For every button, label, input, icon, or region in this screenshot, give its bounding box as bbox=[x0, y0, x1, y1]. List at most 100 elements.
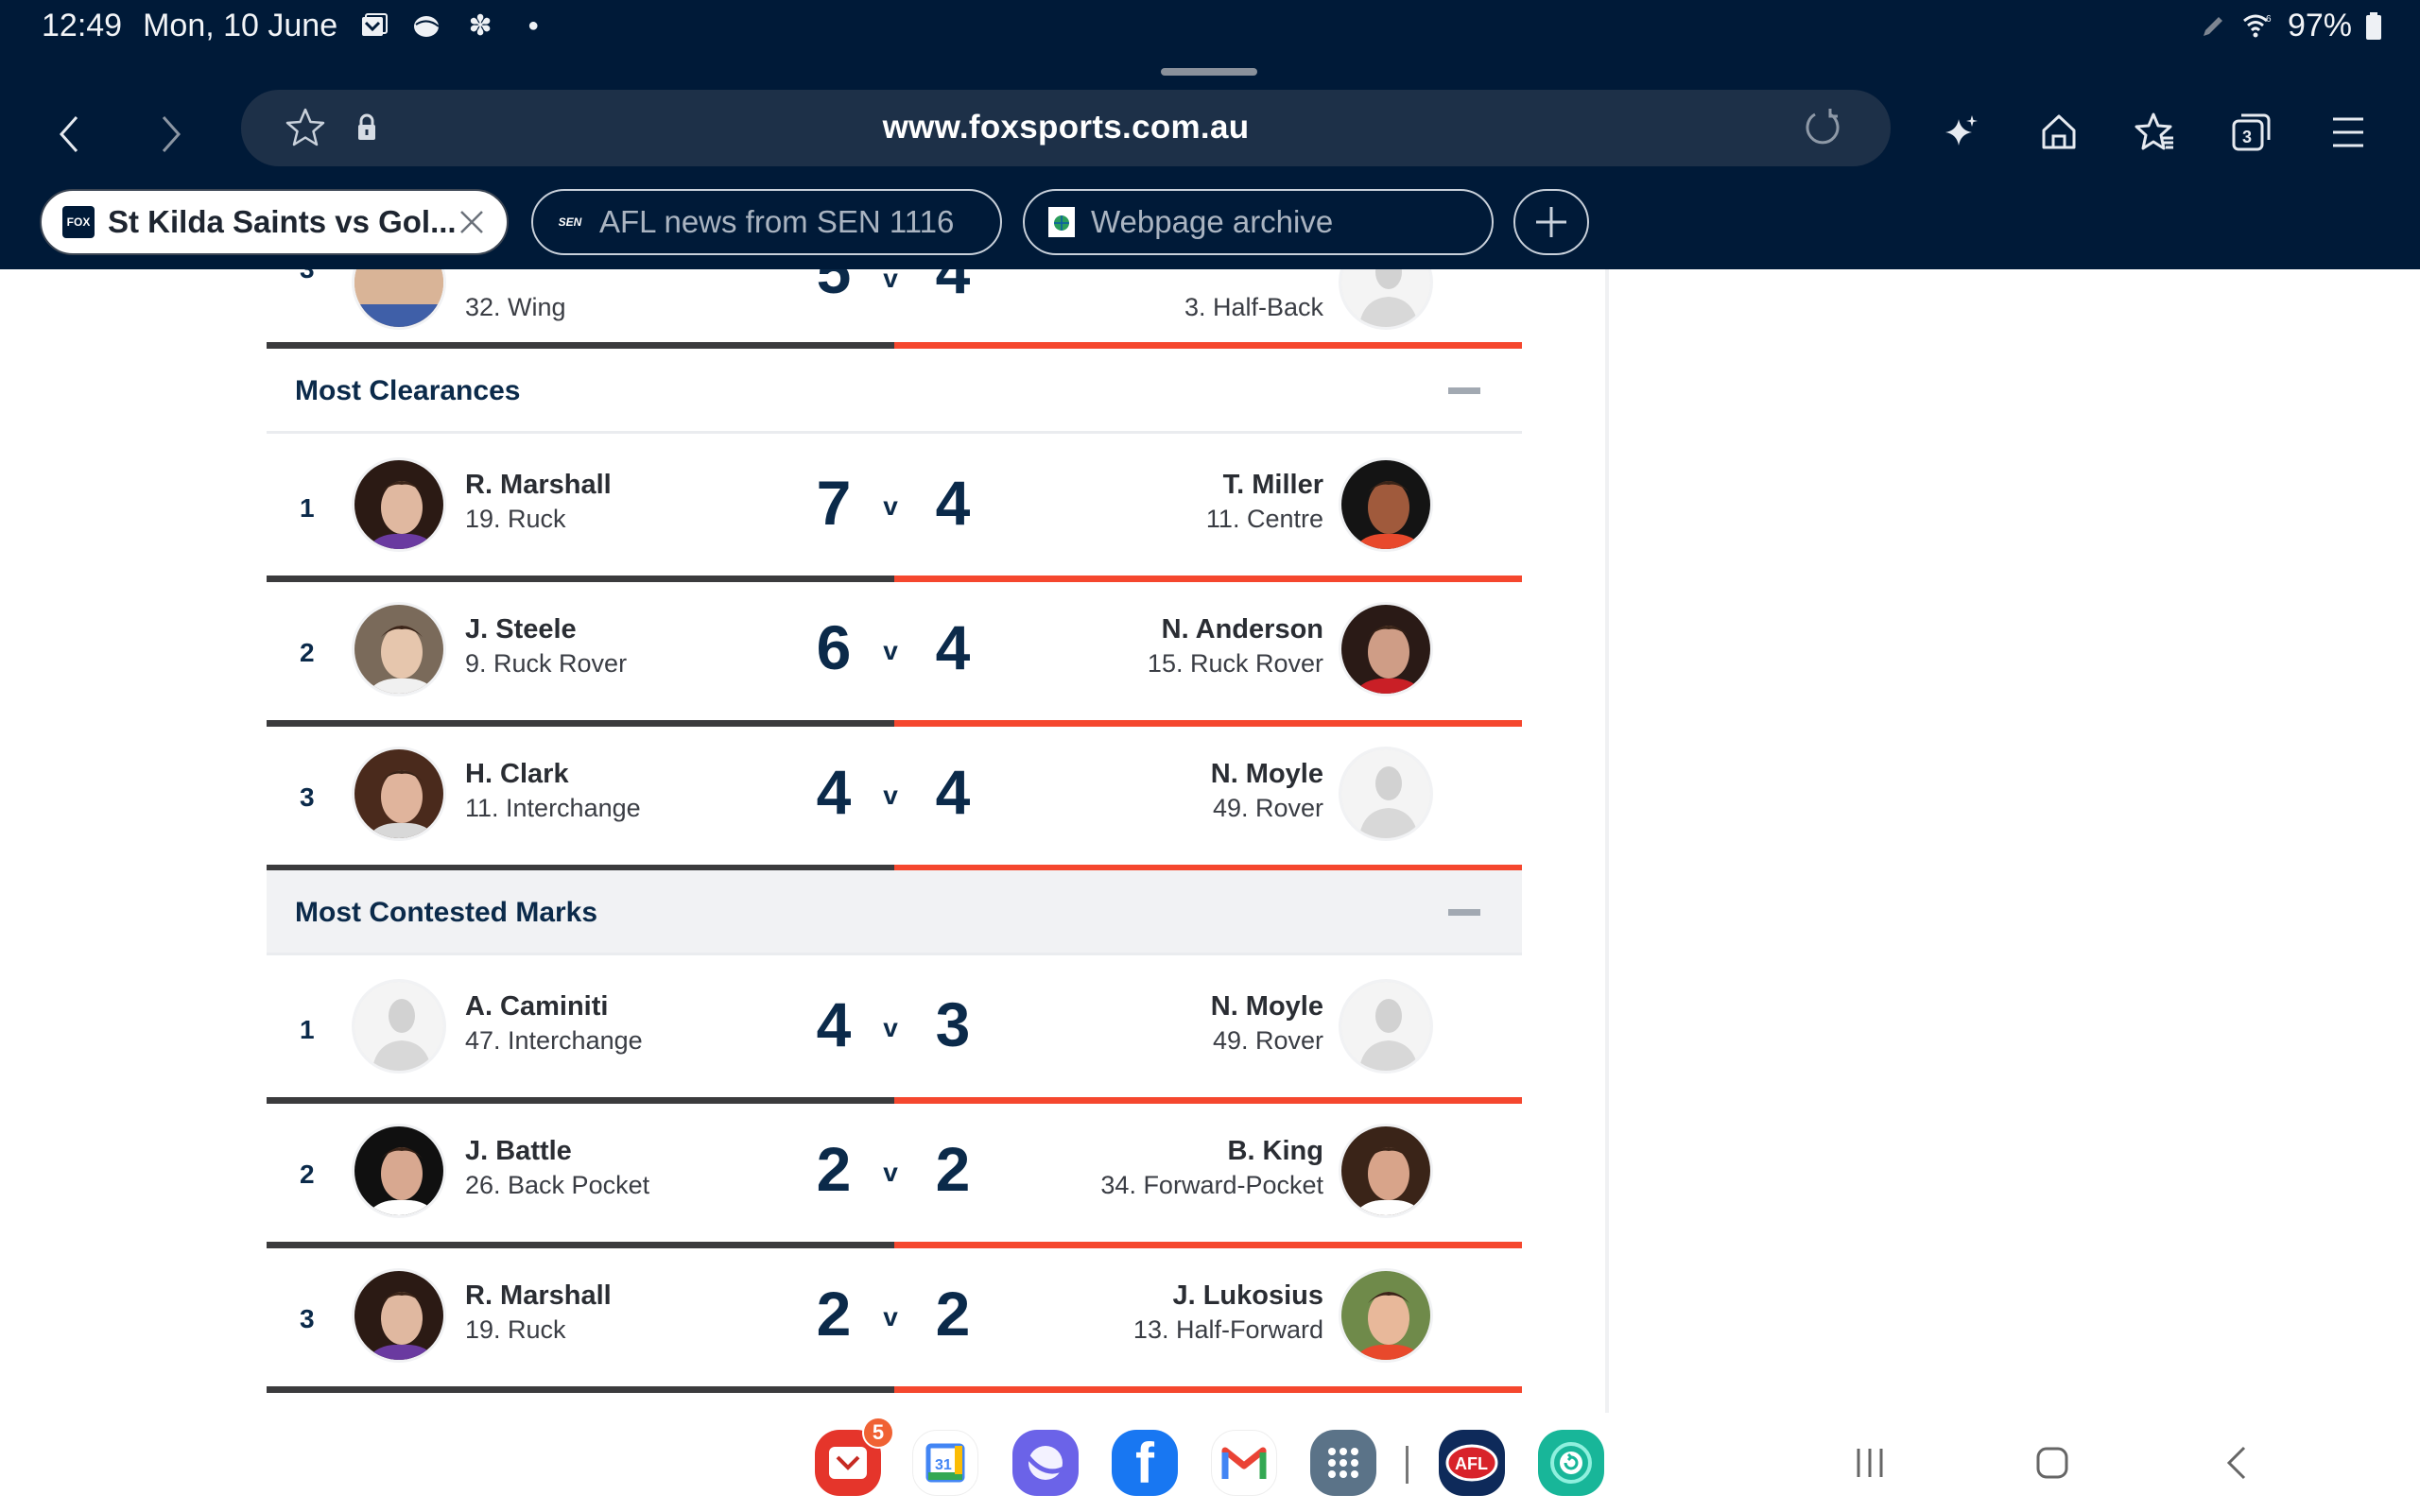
battery-percent: 97% bbox=[2287, 8, 2352, 43]
score-away: 4 bbox=[935, 468, 971, 538]
player-name-away[interactable]: B. King bbox=[1228, 1136, 1324, 1167]
player-name-home[interactable]: R. Marshall bbox=[465, 470, 612, 501]
home-nav-button[interactable] bbox=[2024, 1439, 2081, 1486]
stat-leaders-panel: 3 32. Wing 5 v 4 3. Half-Back Most Clear… bbox=[267, 269, 1522, 1413]
player-photo-away[interactable] bbox=[1339, 457, 1433, 552]
email-app-icon[interactable]: 5 bbox=[815, 1417, 894, 1496]
back-nav-button[interactable] bbox=[2208, 1439, 2265, 1486]
rank: 3 bbox=[300, 782, 315, 812]
tab-foxsports[interactable]: FOX St Kilda Saints vs Gol... bbox=[40, 189, 509, 255]
player-photo-home[interactable] bbox=[352, 602, 446, 696]
player-photo-placeholder-away bbox=[1339, 269, 1433, 330]
tabs-button[interactable]: 3 bbox=[2221, 102, 2282, 163]
player-name-away[interactable]: N. Moyle bbox=[1211, 991, 1323, 1022]
bookmarks-button[interactable] bbox=[2125, 102, 2186, 163]
player-photo-away[interactable] bbox=[1339, 747, 1433, 841]
section-header[interactable]: Most Clearances bbox=[267, 349, 1522, 434]
stat-row: 3 H. Clark 11. Interchange 4 v 4 N. Moyle 49. R… bbox=[267, 726, 1522, 870]
dot-icon: ● bbox=[527, 15, 540, 36]
player-position-home: 47. Interchange bbox=[465, 1026, 643, 1055]
player-photo-home[interactable] bbox=[352, 457, 446, 552]
date: Mon, 10 June bbox=[143, 8, 338, 43]
player-photo-home[interactable] bbox=[352, 979, 446, 1074]
player-photo-home[interactable] bbox=[352, 1124, 446, 1218]
stat-row: 1 A. Caminiti 47. Interchange 4 v 3 N. Moyle 49… bbox=[267, 958, 1522, 1103]
battery-icon bbox=[2365, 11, 2382, 41]
drag-handle[interactable] bbox=[1161, 68, 1257, 76]
stat-row: 2 J. Steele 9. Ruck Rover 6 v 4 N. Anderson 15.… bbox=[267, 581, 1522, 726]
flower-icon: ✽ bbox=[468, 10, 493, 42]
cloud-icon bbox=[411, 10, 443, 43]
player-photo-away[interactable] bbox=[1339, 1268, 1433, 1363]
score-home: 5 bbox=[816, 269, 852, 306]
samsung-internet-icon[interactable] bbox=[1012, 1430, 1079, 1496]
player-position-home: 9. Ruck Rover bbox=[465, 649, 628, 678]
player-photo-away[interactable] bbox=[1339, 1124, 1433, 1218]
facebook-app-icon[interactable]: f bbox=[1112, 1430, 1178, 1496]
player-name-away[interactable]: J. Lukosius bbox=[1172, 1280, 1323, 1312]
player-name-away[interactable]: N. Anderson bbox=[1162, 614, 1323, 645]
collapse-icon[interactable] bbox=[1448, 387, 1480, 394]
player-photo-home[interactable] bbox=[352, 747, 446, 841]
player-position-away: 34. Forward-Pocket bbox=[1100, 1171, 1323, 1199]
player-name-away[interactable]: T. Miller bbox=[1223, 470, 1323, 501]
afl-app-icon[interactable]: AFL bbox=[1439, 1430, 1505, 1496]
recent-apps-button[interactable] bbox=[1841, 1439, 1898, 1486]
gmail-app-icon[interactable] bbox=[1211, 1430, 1277, 1496]
svg-text:6: 6 bbox=[2266, 14, 2272, 25]
tab-webpage-archive[interactable]: Webpage archive bbox=[1023, 189, 1494, 255]
url-text[interactable]: www.foxsports.com.au bbox=[241, 109, 1891, 146]
player-position-home: 19. Ruck bbox=[465, 505, 566, 533]
mail-icon bbox=[358, 10, 390, 43]
player-photo-away[interactable] bbox=[1339, 602, 1433, 696]
player-position-away: 13. Half-Forward bbox=[1132, 1315, 1323, 1344]
section-title: Most Clearances bbox=[295, 375, 521, 406]
sync-app-icon[interactable] bbox=[1538, 1430, 1604, 1496]
home-button[interactable] bbox=[2029, 102, 2089, 163]
score-home: 6 bbox=[816, 612, 852, 682]
tab-label: AFL news from SEN 1116 bbox=[599, 204, 955, 239]
score-home: 4 bbox=[816, 757, 852, 827]
archive-favicon bbox=[1046, 206, 1078, 238]
app-drawer-icon[interactable] bbox=[1310, 1430, 1376, 1496]
new-tab-button[interactable] bbox=[1513, 189, 1589, 255]
wifi-6-icon: 6 bbox=[2242, 10, 2274, 43]
player-name-home[interactable]: R. Marshall bbox=[465, 1280, 612, 1312]
status-bar: 12:49 Mon, 10 June ✽ ● 6 97% bbox=[0, 0, 2420, 57]
tab-label: St Kilda Saints vs Gol... bbox=[108, 204, 457, 239]
back-button[interactable] bbox=[42, 106, 98, 163]
menu-button[interactable] bbox=[2318, 102, 2378, 163]
rank: 1 bbox=[300, 1015, 315, 1044]
player-photo-home[interactable] bbox=[352, 1268, 446, 1363]
rank: 1 bbox=[300, 493, 315, 523]
ai-sparkle-button[interactable] bbox=[1930, 102, 1991, 163]
player-name-away[interactable]: N. Moyle bbox=[1211, 759, 1323, 790]
pen-icon bbox=[2197, 10, 2229, 43]
rank: 3 bbox=[300, 269, 315, 284]
player-position-away: 3. Half-Back bbox=[1184, 293, 1323, 321]
tab-sen[interactable]: SEN AFL news from SEN 1116 bbox=[531, 189, 1002, 255]
clock: 12:49 bbox=[42, 8, 123, 43]
svg-text:31: 31 bbox=[935, 1457, 952, 1473]
rank: 2 bbox=[300, 638, 315, 667]
section-header[interactable]: Most Uncontested Marks bbox=[267, 1392, 1522, 1413]
foxsports-favicon: FOX bbox=[62, 206, 95, 238]
player-name-home[interactable]: J. Steele bbox=[465, 614, 577, 645]
calendar-app-icon[interactable]: 31 bbox=[912, 1430, 978, 1496]
column-divider bbox=[1605, 269, 1609, 1413]
score-away: 2 bbox=[935, 1134, 971, 1204]
address-bar[interactable]: www.foxsports.com.au bbox=[241, 90, 1891, 166]
close-tab-icon[interactable] bbox=[458, 208, 486, 236]
collapse-icon[interactable] bbox=[1448, 909, 1480, 916]
forward-button[interactable] bbox=[142, 106, 199, 163]
player-position-home: 11. Interchange bbox=[465, 794, 641, 822]
player-name-home[interactable]: A. Caminiti bbox=[465, 991, 608, 1022]
browser-toolbar: www.foxsports.com.au 3 FOX St Kilda Sain… bbox=[0, 57, 2420, 269]
player-photo-away[interactable] bbox=[1339, 979, 1433, 1074]
player-name-home[interactable]: H. Clark bbox=[465, 759, 569, 790]
reload-icon[interactable] bbox=[1802, 107, 1843, 150]
player-name-home[interactable]: J. Battle bbox=[465, 1136, 572, 1167]
player-position-home: 19. Ruck bbox=[465, 1315, 566, 1344]
section-header[interactable]: Most Contested Marks bbox=[267, 870, 1522, 955]
versus-label: v bbox=[883, 1013, 898, 1042]
